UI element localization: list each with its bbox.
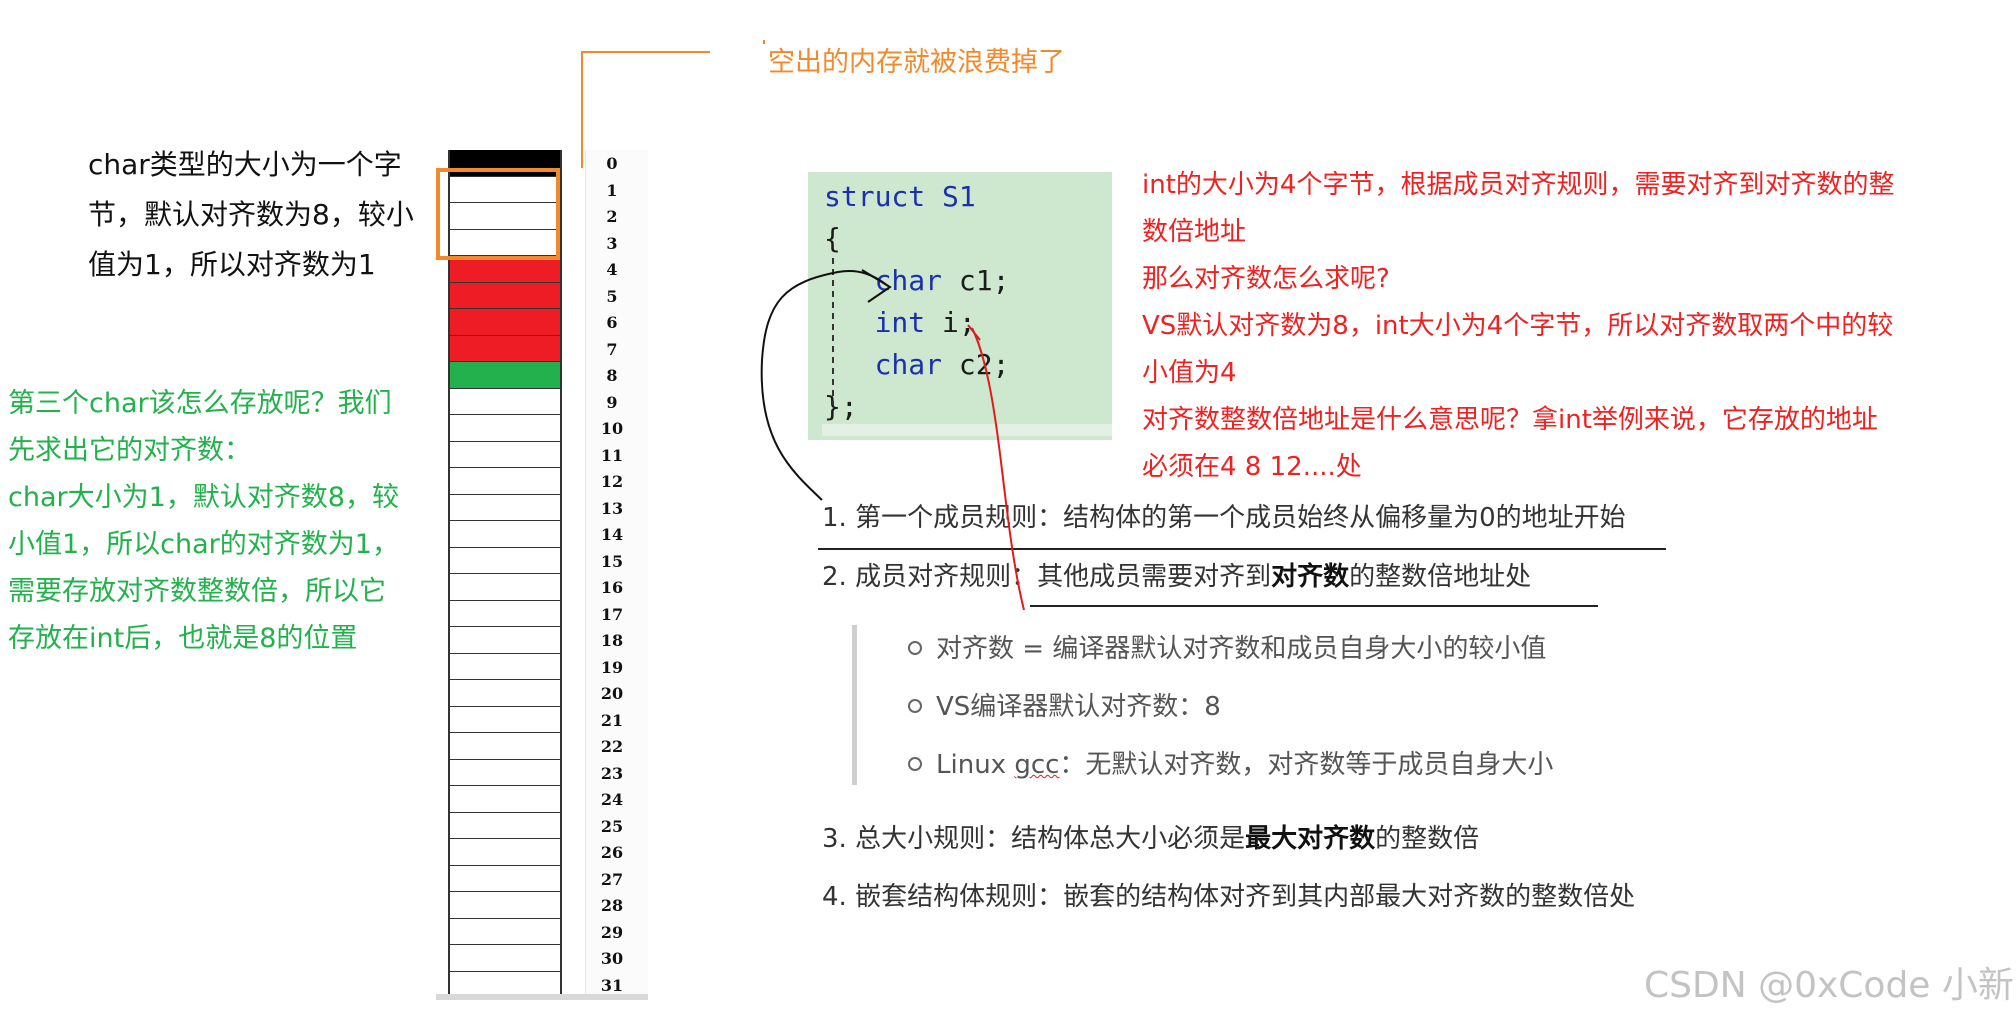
arrow-head-icon [861,269,892,303]
wasted-memory-leader-line [581,51,710,168]
int-to-rule-line [971,327,1025,611]
first-member-arrow [760,270,889,501]
red-tick [967,324,981,341]
annotation-overlay [581,40,1025,611]
